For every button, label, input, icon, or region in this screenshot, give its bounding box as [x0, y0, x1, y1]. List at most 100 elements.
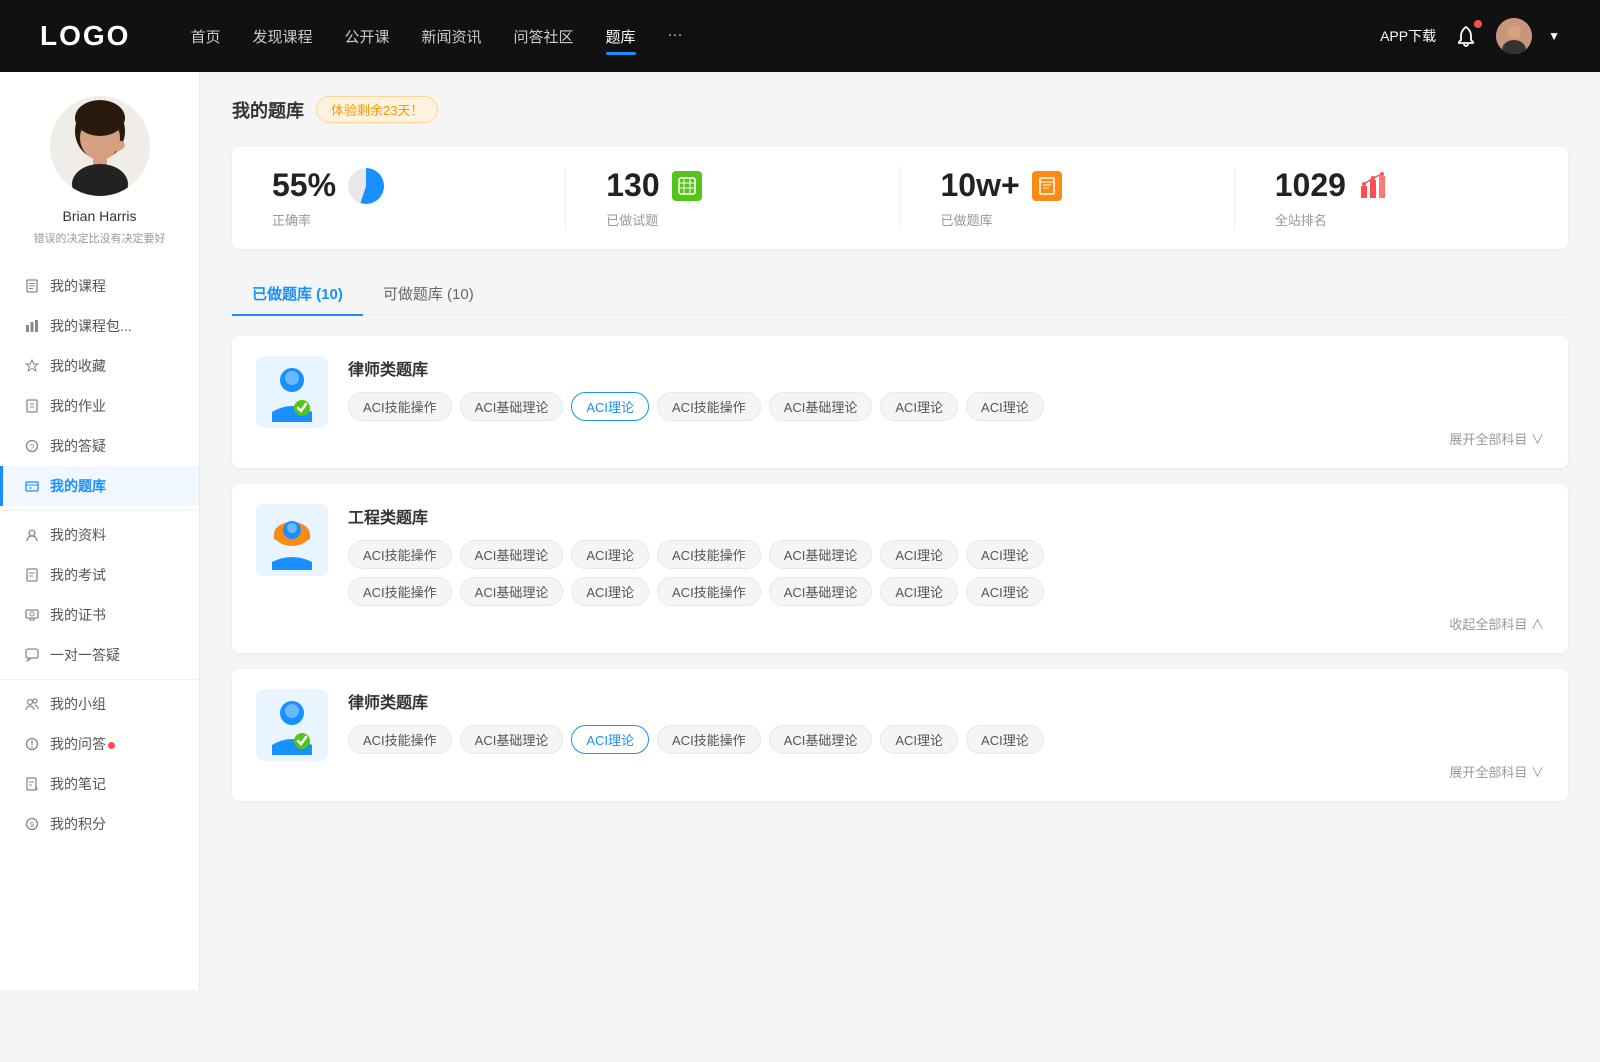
sidebar-item-my-favorites[interactable]: 我的收藏: [0, 346, 199, 386]
sidebar-item-my-bank[interactable]: 我的题库: [0, 466, 199, 506]
top-navigation: LOGO 首页 发现课程 公开课 新闻资讯 问答社区 题库 ··· APP下载: [0, 0, 1600, 72]
nav-discover[interactable]: 发现课程: [252, 22, 312, 51]
stat-value-accuracy: 55%: [272, 167, 336, 204]
tag-2-5[interactable]: ACI理论: [880, 725, 958, 754]
tag-1-r2-1[interactable]: ACI基础理论: [460, 577, 564, 606]
sidebar-item-my-course[interactable]: 我的课程: [0, 266, 199, 306]
tag-1-r2-6[interactable]: ACI理论: [966, 577, 1044, 606]
document-icon: [24, 278, 40, 294]
expand-link-0[interactable]: 展开全部科目 ∨: [348, 429, 1544, 448]
sidebar-label-my-questions: 我的问答: [50, 734, 175, 754]
sidebar-motto: 错误的决定比没有决定要好: [18, 230, 182, 246]
user-dropdown-arrow[interactable]: ▼: [1548, 29, 1560, 43]
bank-card-2: 律师类题库 ACI技能操作 ACI基础理论 ACI理论 ACI技能操作 ACI基…: [232, 669, 1568, 801]
tag-1-r2-4[interactable]: ACI基础理论: [769, 577, 873, 606]
stat-value-done-banks: 10w+: [941, 167, 1020, 204]
tag-1-2[interactable]: ACI理论: [571, 540, 649, 569]
qa-icon: [24, 736, 40, 752]
nav-menu: 首页 发现课程 公开课 新闻资讯 问答社区 题库 ···: [190, 22, 1380, 51]
tag-2-6[interactable]: ACI理论: [966, 725, 1044, 754]
tag-0-6[interactable]: ACI理论: [966, 392, 1044, 421]
tag-1-r2-3[interactable]: ACI技能操作: [657, 577, 761, 606]
sidebar-item-my-homework[interactable]: 我的作业: [0, 386, 199, 426]
bank-icon-lawyer-0: [256, 356, 328, 428]
star-icon: [24, 358, 40, 374]
tag-0-3[interactable]: ACI技能操作: [657, 392, 761, 421]
sidebar-label-my-notes: 我的笔记: [50, 774, 175, 794]
tag-1-6[interactable]: ACI理论: [966, 540, 1044, 569]
sidebar-item-my-cert[interactable]: 我的证书: [0, 595, 199, 635]
nav-more[interactable]: ···: [668, 22, 683, 51]
stat-top-rank: 1029: [1275, 167, 1388, 204]
app-download-button[interactable]: APP下载: [1380, 26, 1436, 46]
tag-1-1[interactable]: ACI基础理论: [460, 540, 564, 569]
exam-icon: [24, 567, 40, 583]
stat-label-accuracy: 正确率: [272, 210, 311, 229]
tag-0-4[interactable]: ACI基础理论: [769, 392, 873, 421]
tag-2-0[interactable]: ACI技能操作: [348, 725, 452, 754]
stat-done-banks: 10w+ 已做题库: [901, 167, 1235, 229]
tag-1-5[interactable]: ACI理论: [880, 540, 958, 569]
bank-card-body-2: 律师类题库 ACI技能操作 ACI基础理论 ACI理论 ACI技能操作 ACI基…: [348, 689, 1544, 781]
sidebar-item-my-points[interactable]: $ 我的积分: [0, 804, 199, 844]
tag-0-2[interactable]: ACI理论: [571, 392, 649, 421]
bank-icon: [24, 478, 40, 494]
tag-1-3[interactable]: ACI技能操作: [657, 540, 761, 569]
tag-2-3[interactable]: ACI技能操作: [657, 725, 761, 754]
chat-icon: [24, 647, 40, 663]
sidebar-item-my-course-pack[interactable]: 我的课程包...: [0, 306, 199, 346]
sidebar-item-my-questions[interactable]: 我的问答: [0, 724, 199, 764]
stat-value-done-questions: 130: [606, 167, 659, 204]
tag-1-r2-5[interactable]: ACI理论: [880, 577, 958, 606]
sidebar-nav: 我的课程 我的课程包... 我的收藏 我的作业: [0, 266, 199, 844]
nav-bank[interactable]: 题库: [606, 22, 636, 51]
tag-2-1[interactable]: ACI基础理论: [460, 725, 564, 754]
bank-card-body-1: 工程类题库 ACI技能操作 ACI基础理论 ACI理论 ACI技能操作 ACI基…: [348, 504, 1544, 633]
tag-1-r2-0[interactable]: ACI技能操作: [348, 577, 452, 606]
nav-open-course[interactable]: 公开课: [344, 22, 389, 51]
tag-2-4[interactable]: ACI基础理论: [769, 725, 873, 754]
notification-bell[interactable]: [1452, 22, 1480, 50]
logo[interactable]: LOGO: [40, 20, 130, 52]
sidebar-item-one-on-one[interactable]: 一对一答疑: [0, 635, 199, 675]
tag-1-0[interactable]: ACI技能操作: [348, 540, 452, 569]
tag-1-4[interactable]: ACI基础理论: [769, 540, 873, 569]
bank-icon-engineer-1: [256, 504, 328, 576]
bank-card-1: 工程类题库 ACI技能操作 ACI基础理论 ACI理论 ACI技能操作 ACI基…: [232, 484, 1568, 653]
sidebar-item-my-profile[interactable]: 我的资料: [0, 515, 199, 555]
main-content: 我的题库 体验剩余23天！ 55% 正确率 130: [200, 72, 1600, 990]
bank-card-0: 律师类题库 ACI技能操作 ACI基础理论 ACI理论 ACI技能操作 ACI基…: [232, 336, 1568, 468]
cert-icon: [24, 607, 40, 623]
nav-home[interactable]: 首页: [190, 22, 220, 51]
user-avatar[interactable]: [1496, 18, 1532, 54]
trial-badge: 体验剩余23天！: [316, 96, 438, 123]
question-circle-icon: ?: [24, 438, 40, 454]
tag-2-2[interactable]: ACI理论: [571, 725, 649, 754]
sidebar-item-my-exam[interactable]: 我的考试: [0, 555, 199, 595]
tab-done-banks[interactable]: 已做题库 (10): [232, 273, 363, 314]
sidebar-item-my-group[interactable]: 我的小组: [0, 684, 199, 724]
bank-card-title-0: 律师类题库: [348, 356, 1544, 380]
note-icon: [24, 776, 40, 792]
tag-0-5[interactable]: ACI理论: [880, 392, 958, 421]
nav-qa[interactable]: 问答社区: [514, 22, 574, 51]
nav-news[interactable]: 新闻资讯: [422, 22, 482, 51]
sidebar-user-name: Brian Harris: [63, 208, 137, 224]
bank-card-tags-2: ACI技能操作 ACI基础理论 ACI理论 ACI技能操作 ACI基础理论 AC…: [348, 725, 1544, 754]
stat-top-done-questions: 130: [606, 167, 701, 204]
stats-bar: 55% 正确率 130: [232, 147, 1568, 249]
tab-available-banks[interactable]: 可做题库 (10): [363, 273, 494, 314]
sidebar-label-my-profile: 我的资料: [50, 525, 175, 545]
tag-0-0[interactable]: ACI技能操作: [348, 392, 452, 421]
sidebar-label-my-qa: 我的答疑: [50, 436, 175, 456]
expand-link-1[interactable]: 收起全部科目 ∧: [348, 614, 1544, 633]
avatar-image: [1496, 18, 1532, 54]
bank-card-title-2: 律师类题库: [348, 689, 1544, 713]
notification-dot: [1474, 20, 1482, 28]
tag-1-r2-2[interactable]: ACI理论: [571, 577, 649, 606]
sidebar-item-my-notes[interactable]: 我的笔记: [0, 764, 199, 804]
svg-text:?: ?: [30, 443, 35, 452]
expand-link-2[interactable]: 展开全部科目 ∨: [348, 762, 1544, 781]
tag-0-1[interactable]: ACI基础理论: [460, 392, 564, 421]
sidebar-item-my-qa[interactable]: ? 我的答疑: [0, 426, 199, 466]
